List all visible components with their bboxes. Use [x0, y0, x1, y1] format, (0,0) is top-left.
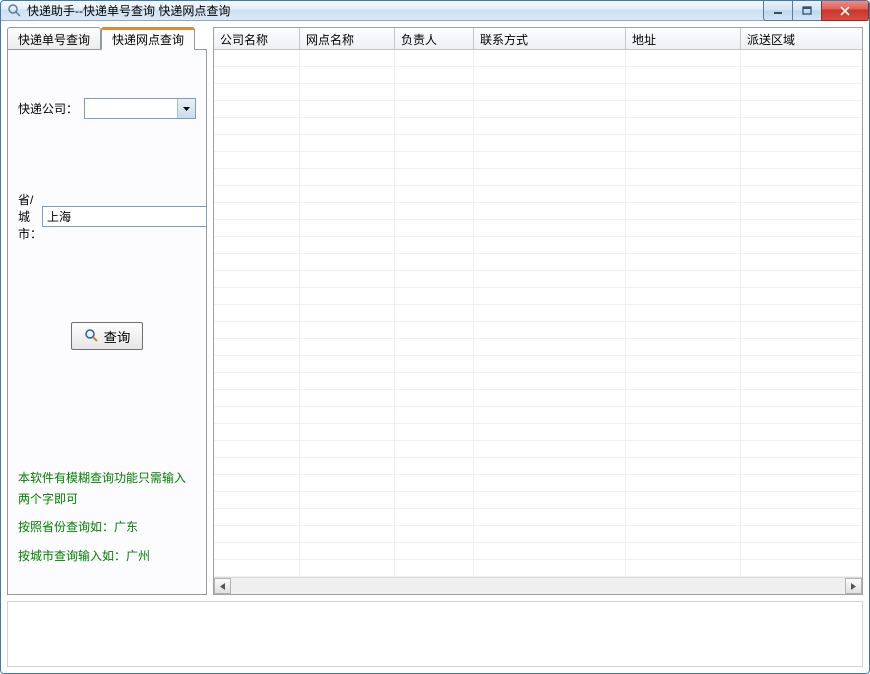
- left-panel: 快递单号查询 快递网点查询 快递公司：: [7, 27, 207, 595]
- table-row[interactable]: [214, 135, 862, 152]
- table-row[interactable]: [214, 118, 862, 135]
- tab-branch-query[interactable]: 快递网点查询: [101, 27, 195, 50]
- company-combo[interactable]: [84, 98, 196, 119]
- table-row[interactable]: [214, 526, 862, 543]
- content-area: 快递单号查询 快递网点查询 快递公司：: [1, 21, 869, 673]
- table-row[interactable]: [214, 373, 862, 390]
- table-row[interactable]: [214, 407, 862, 424]
- window-title: 快递助手--快递单号查询 快递网点查询: [27, 2, 230, 19]
- tab-body: 快递公司： 省/城市：: [7, 49, 207, 595]
- app-window: 快递助手--快递单号查询 快递网点查询 快递单号查询 快递网点查询: [0, 0, 870, 674]
- company-label: 快递公司：: [18, 100, 84, 117]
- table-row[interactable]: [214, 543, 862, 560]
- table-row[interactable]: [214, 254, 862, 271]
- tab-tracking-query[interactable]: 快递单号查询: [7, 27, 101, 49]
- table-row[interactable]: [214, 322, 862, 339]
- table-row[interactable]: [214, 220, 862, 237]
- help-text: 本软件有模糊查询功能只需输入两个字即可 按照省份查询如：广东 按城市查询输入如：…: [18, 468, 196, 584]
- horizontal-scrollbar[interactable]: [214, 577, 862, 594]
- help-line-1: 本软件有模糊查询功能只需输入两个字即可: [18, 468, 196, 509]
- scroll-left-button[interactable]: [214, 578, 231, 594]
- table-row[interactable]: [214, 271, 862, 288]
- help-line-3: 按城市查询输入如：广州: [18, 546, 196, 566]
- table-row[interactable]: [214, 305, 862, 322]
- titlebar[interactable]: 快递助手--快递单号查询 快递网点查询: [1, 1, 869, 21]
- table-body[interactable]: [214, 50, 862, 577]
- table-row[interactable]: [214, 424, 862, 441]
- minimize-button[interactable]: [763, 1, 793, 21]
- app-icon: [7, 3, 23, 19]
- th-contact[interactable]: 联系方式: [474, 28, 626, 49]
- right-panel: 公司名称 网点名称 负责人 联系方式 地址 派送区域: [213, 27, 863, 595]
- th-company[interactable]: 公司名称: [214, 28, 300, 49]
- table-row[interactable]: [214, 356, 862, 373]
- table-row[interactable]: [214, 169, 862, 186]
- table-row[interactable]: [214, 390, 862, 407]
- th-branch[interactable]: 网点名称: [300, 28, 395, 49]
- table-row[interactable]: [214, 560, 862, 577]
- company-row: 快递公司：: [18, 98, 196, 119]
- table-row[interactable]: [214, 152, 862, 169]
- table-row[interactable]: [214, 339, 862, 356]
- city-input[interactable]: [42, 206, 207, 227]
- table-row[interactable]: [214, 67, 862, 84]
- th-person[interactable]: 负责人: [395, 28, 474, 49]
- results-table: 公司名称 网点名称 负责人 联系方式 地址 派送区域: [213, 27, 863, 595]
- table-row[interactable]: [214, 441, 862, 458]
- search-icon: [84, 328, 100, 344]
- table-row[interactable]: [214, 288, 862, 305]
- tab-bar: 快递单号查询 快递网点查询: [7, 27, 207, 49]
- table-row[interactable]: [214, 237, 862, 254]
- th-delivery-area[interactable]: 派送区域: [741, 28, 862, 49]
- table-row[interactable]: [214, 186, 862, 203]
- table-row[interactable]: [214, 203, 862, 220]
- help-line-2: 按照省份查询如：广东: [18, 517, 196, 537]
- table-row[interactable]: [214, 509, 862, 526]
- table-row[interactable]: [214, 458, 862, 475]
- city-row: 省/城市：: [18, 191, 196, 242]
- city-label: 省/城市：: [18, 191, 42, 242]
- window-controls: [764, 1, 869, 21]
- scroll-track[interactable]: [231, 578, 845, 594]
- close-button[interactable]: [821, 1, 869, 21]
- th-address[interactable]: 地址: [626, 28, 741, 49]
- table-row[interactable]: [214, 492, 862, 509]
- bottom-panel: [7, 601, 863, 667]
- table-row[interactable]: [214, 101, 862, 118]
- query-button-label: 查询: [104, 327, 131, 346]
- table-row[interactable]: [214, 475, 862, 492]
- combo-dropdown-button[interactable]: [177, 99, 195, 118]
- maximize-button[interactable]: [792, 1, 822, 21]
- table-row[interactable]: [214, 50, 862, 67]
- query-button[interactable]: 查询: [71, 322, 143, 350]
- scroll-right-button[interactable]: [845, 578, 862, 594]
- table-row[interactable]: [214, 84, 862, 101]
- table-header: 公司名称 网点名称 负责人 联系方式 地址 派送区域: [214, 28, 862, 50]
